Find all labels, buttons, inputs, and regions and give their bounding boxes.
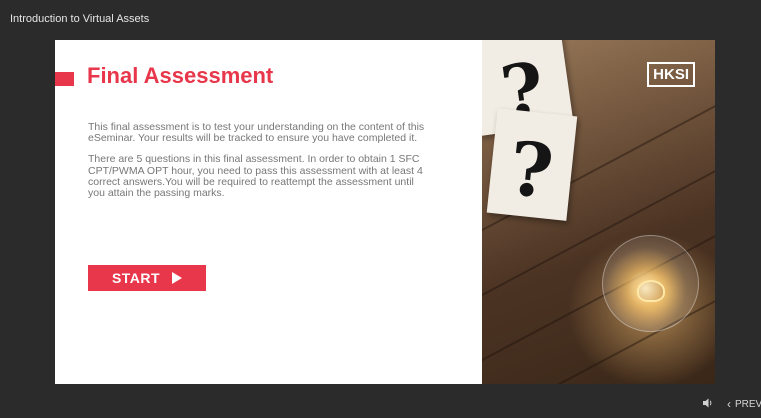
- chevron-left-icon: ‹: [727, 397, 731, 411]
- start-button[interactable]: START: [88, 265, 206, 291]
- prev-button-label: PREV: [735, 398, 761, 410]
- play-arrow-icon: [172, 272, 183, 284]
- question-mark-icon: ?: [504, 125, 558, 216]
- description-paragraph-1: This final assessment is to test your un…: [88, 121, 425, 145]
- start-button-label: START: [111, 270, 161, 286]
- player-controls: [0, 392, 761, 418]
- volume-icon[interactable]: [702, 397, 714, 409]
- hksi-logo: HKSI: [647, 62, 695, 87]
- assessment-description: This final assessment is to test your un…: [88, 121, 428, 209]
- heading-accent-bar: [55, 72, 74, 86]
- prev-button[interactable]: ‹ PREV: [727, 397, 761, 411]
- light-bulb-filament: [637, 280, 665, 302]
- course-title: Introduction to Virtual Assets: [10, 13, 150, 25]
- question-marks-photo: ? ? HKSI: [482, 40, 715, 384]
- question-card: ?: [486, 108, 578, 221]
- slide-heading: Final Assessment: [87, 63, 274, 88]
- slide-panel: Final Assessment This final assessment i…: [55, 40, 715, 384]
- description-paragraph-2: There are 5 questions in this final asse…: [88, 153, 423, 200]
